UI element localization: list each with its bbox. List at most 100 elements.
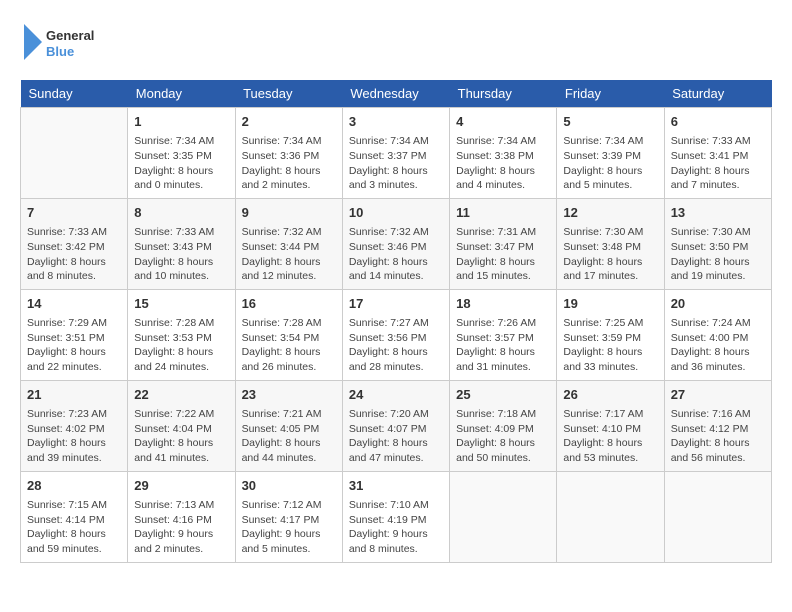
day-number: 30 xyxy=(242,477,336,495)
calendar-cell xyxy=(557,471,664,562)
day-number: 27 xyxy=(671,386,765,404)
day-info: Sunrise: 7:34 AM Sunset: 3:37 PM Dayligh… xyxy=(349,134,443,193)
calendar-cell: 23Sunrise: 7:21 AM Sunset: 4:05 PM Dayli… xyxy=(235,380,342,471)
header-thursday: Thursday xyxy=(450,80,557,108)
logo-svg: General Blue xyxy=(20,20,100,64)
calendar-cell: 20 Sunrise: 7:24 AM Sunset: 4:00 PM Dayli… xyxy=(664,289,771,380)
logo: General Blue xyxy=(20,20,100,64)
calendar-cell: 16Sunrise: 7:28 AM Sunset: 3:54 PM Dayli… xyxy=(235,289,342,380)
day-number: 28 xyxy=(27,477,121,495)
day-number: 31 xyxy=(349,477,443,495)
calendar-week-1: 1 Sunrise: 7:34 AM Sunset: 3:35 PM Daylig… xyxy=(21,108,772,199)
calendar-cell: 30 Sunrise: 7:12 AM Sunset: 4:17 PM Dayli… xyxy=(235,471,342,562)
day-info: Sunrise: 7:22 AM Sunset: 4:04 PM Dayligh… xyxy=(134,407,228,466)
day-info: Sunrise: 7:30 AM Sunset: 3:48 PM Dayligh… xyxy=(563,225,657,284)
day-info: Sunrise: 7:24 AM Sunset: 4:00 PM Dayligh… xyxy=(671,316,765,375)
day-info: Sunrise: 7:16 AM Sunset: 4:12 PM Dayligh… xyxy=(671,407,765,466)
calendar-cell: 29 Sunrise: 7:13 AM Sunset: 4:16 PM Dayli… xyxy=(128,471,235,562)
day-number: 20 xyxy=(671,295,765,313)
page-header: General Blue xyxy=(20,20,772,64)
calendar-cell: 4 Sunrise: 7:34 AM Sunset: 3:38 PM Daylig… xyxy=(450,108,557,199)
day-number: 18 xyxy=(456,295,550,313)
day-info: Sunrise: 7:32 AM Sunset: 3:46 PM Dayligh… xyxy=(349,225,443,284)
svg-text:General: General xyxy=(46,28,94,43)
day-number: 14 xyxy=(27,295,121,313)
calendar-week-2: 7 Sunrise: 7:33 AM Sunset: 3:42 PM Daylig… xyxy=(21,198,772,289)
day-number: 29 xyxy=(134,477,228,495)
day-number: 24 xyxy=(349,386,443,404)
day-info: Sunrise: 7:34 AM Sunset: 3:38 PM Dayligh… xyxy=(456,134,550,193)
day-info: Sunrise: 7:13 AM Sunset: 4:16 PM Dayligh… xyxy=(134,498,228,557)
calendar-cell: 10 Sunrise: 7:32 AM Sunset: 3:46 PM Dayli… xyxy=(342,198,449,289)
day-number: 3 xyxy=(349,113,443,131)
calendar-cell: 24Sunrise: 7:20 AM Sunset: 4:07 PM Dayli… xyxy=(342,380,449,471)
day-number: 8 xyxy=(134,204,228,222)
calendar-cell: 14 Sunrise: 7:29 AM Sunset: 3:51 PM Dayli… xyxy=(21,289,128,380)
day-number: 19 xyxy=(563,295,657,313)
calendar-week-5: 28 Sunrise: 7:15 AM Sunset: 4:14 PM Dayli… xyxy=(21,471,772,562)
calendar-cell: 5Sunrise: 7:34 AM Sunset: 3:39 PM Daylig… xyxy=(557,108,664,199)
day-info: Sunrise: 7:32 AM Sunset: 3:44 PM Dayligh… xyxy=(242,225,336,284)
calendar-cell: 27 Sunrise: 7:16 AM Sunset: 4:12 PM Dayli… xyxy=(664,380,771,471)
day-info: Sunrise: 7:15 AM Sunset: 4:14 PM Dayligh… xyxy=(27,498,121,557)
day-info: Sunrise: 7:29 AM Sunset: 3:51 PM Dayligh… xyxy=(27,316,121,375)
calendar-cell: 22 Sunrise: 7:22 AM Sunset: 4:04 PM Dayli… xyxy=(128,380,235,471)
header-wednesday: Wednesday xyxy=(342,80,449,108)
day-info: Sunrise: 7:27 AM Sunset: 3:56 PM Dayligh… xyxy=(349,316,443,375)
day-number: 21 xyxy=(27,386,121,404)
day-number: 11 xyxy=(456,204,550,222)
calendar-cell: 7 Sunrise: 7:33 AM Sunset: 3:42 PM Daylig… xyxy=(21,198,128,289)
day-number: 16 xyxy=(242,295,336,313)
header-saturday: Saturday xyxy=(664,80,771,108)
calendar-cell: 21 Sunrise: 7:23 AM Sunset: 4:02 PM Dayli… xyxy=(21,380,128,471)
day-number: 4 xyxy=(456,113,550,131)
day-info: Sunrise: 7:21 AM Sunset: 4:05 PM Dayligh… xyxy=(242,407,336,466)
calendar-cell: 3 Sunrise: 7:34 AM Sunset: 3:37 PM Daylig… xyxy=(342,108,449,199)
calendar-cell: 6Sunrise: 7:33 AM Sunset: 3:41 PM Daylig… xyxy=(664,108,771,199)
calendar-cell xyxy=(21,108,128,199)
day-number: 6 xyxy=(671,113,765,131)
header-tuesday: Tuesday xyxy=(235,80,342,108)
header-friday: Friday xyxy=(557,80,664,108)
day-number: 22 xyxy=(134,386,228,404)
calendar-cell: 11 Sunrise: 7:31 AM Sunset: 3:47 PM Dayli… xyxy=(450,198,557,289)
day-number: 2 xyxy=(242,113,336,131)
day-info: Sunrise: 7:34 AM Sunset: 3:39 PM Dayligh… xyxy=(563,134,657,193)
day-number: 13 xyxy=(671,204,765,222)
header-monday: Monday xyxy=(128,80,235,108)
day-info: Sunrise: 7:33 AM Sunset: 3:42 PM Dayligh… xyxy=(27,225,121,284)
day-number: 1 xyxy=(134,113,228,131)
day-info: Sunrise: 7:12 AM Sunset: 4:17 PM Dayligh… xyxy=(242,498,336,557)
day-number: 10 xyxy=(349,204,443,222)
day-info: Sunrise: 7:33 AM Sunset: 3:43 PM Dayligh… xyxy=(134,225,228,284)
day-info: Sunrise: 7:25 AM Sunset: 3:59 PM Dayligh… xyxy=(563,316,657,375)
calendar-cell: 28 Sunrise: 7:15 AM Sunset: 4:14 PM Dayli… xyxy=(21,471,128,562)
calendar-cell: 15 Sunrise: 7:28 AM Sunset: 3:53 PM Dayli… xyxy=(128,289,235,380)
day-number: 7 xyxy=(27,204,121,222)
calendar-cell: 8 Sunrise: 7:33 AM Sunset: 3:43 PM Daylig… xyxy=(128,198,235,289)
calendar-table: SundayMondayTuesdayWednesdayThursdayFrid… xyxy=(20,80,772,563)
calendar-cell: 17 Sunrise: 7:27 AM Sunset: 3:56 PM Dayli… xyxy=(342,289,449,380)
calendar-cell: 18Sunrise: 7:26 AM Sunset: 3:57 PM Dayli… xyxy=(450,289,557,380)
day-info: Sunrise: 7:23 AM Sunset: 4:02 PM Dayligh… xyxy=(27,407,121,466)
svg-text:Blue: Blue xyxy=(46,44,74,59)
calendar-week-4: 21 Sunrise: 7:23 AM Sunset: 4:02 PM Dayli… xyxy=(21,380,772,471)
day-number: 15 xyxy=(134,295,228,313)
calendar-cell: 19 Sunrise: 7:25 AM Sunset: 3:59 PM Dayli… xyxy=(557,289,664,380)
day-info: Sunrise: 7:34 AM Sunset: 3:35 PM Dayligh… xyxy=(134,134,228,193)
calendar-cell: 1 Sunrise: 7:34 AM Sunset: 3:35 PM Daylig… xyxy=(128,108,235,199)
calendar-cell: 2Sunrise: 7:34 AM Sunset: 3:36 PM Daylig… xyxy=(235,108,342,199)
calendar-cell: 9Sunrise: 7:32 AM Sunset: 3:44 PM Daylig… xyxy=(235,198,342,289)
header-sunday: Sunday xyxy=(21,80,128,108)
day-info: Sunrise: 7:31 AM Sunset: 3:47 PM Dayligh… xyxy=(456,225,550,284)
calendar-cell: 12 Sunrise: 7:30 AM Sunset: 3:48 PM Dayli… xyxy=(557,198,664,289)
day-number: 26 xyxy=(563,386,657,404)
day-number: 17 xyxy=(349,295,443,313)
day-number: 12 xyxy=(563,204,657,222)
calendar-cell: 31 Sunrise: 7:10 AM Sunset: 4:19 PM Dayli… xyxy=(342,471,449,562)
day-info: Sunrise: 7:28 AM Sunset: 3:53 PM Dayligh… xyxy=(134,316,228,375)
calendar-cell: 26Sunrise: 7:17 AM Sunset: 4:10 PM Dayli… xyxy=(557,380,664,471)
calendar-week-3: 14 Sunrise: 7:29 AM Sunset: 3:51 PM Dayli… xyxy=(21,289,772,380)
day-info: Sunrise: 7:10 AM Sunset: 4:19 PM Dayligh… xyxy=(349,498,443,557)
calendar-cell: 13Sunrise: 7:30 AM Sunset: 3:50 PM Dayli… xyxy=(664,198,771,289)
